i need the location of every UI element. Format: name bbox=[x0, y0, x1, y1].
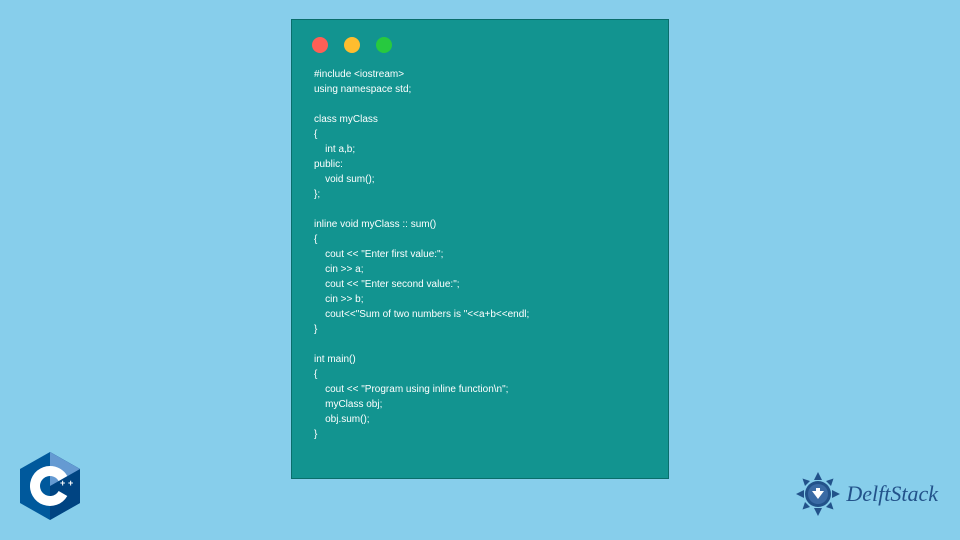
close-icon bbox=[312, 37, 328, 53]
maximize-icon bbox=[376, 37, 392, 53]
delftstack-name: DelftStack bbox=[846, 481, 938, 507]
cpp-logo: + + bbox=[20, 452, 80, 520]
code-window: #include <iostream> using namespace std;… bbox=[291, 19, 669, 479]
code-content: #include <iostream> using namespace std;… bbox=[292, 59, 668, 456]
delftstack-icon bbox=[794, 470, 842, 518]
window-controls bbox=[292, 20, 668, 59]
svg-text:+: + bbox=[60, 478, 65, 488]
delftstack-logo: DelftStack bbox=[794, 470, 938, 518]
svg-text:+: + bbox=[68, 478, 73, 488]
minimize-icon bbox=[344, 37, 360, 53]
